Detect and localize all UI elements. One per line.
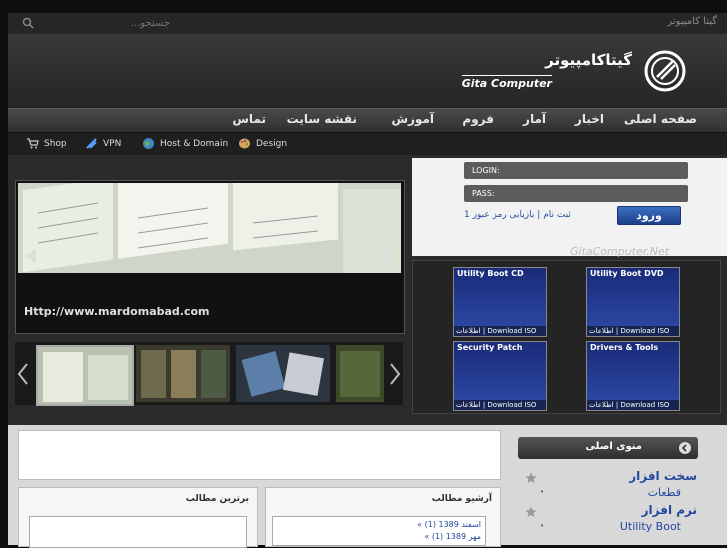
product-title: Drivers & Tools	[590, 343, 659, 352]
nav-learning[interactable]: آموزش	[391, 112, 434, 126]
sub-nav: Shop VPN Host & Domain Design	[8, 132, 727, 156]
archive-list: « اسفند 1389 (1) « مهر 1389 (1)	[272, 516, 486, 546]
menu-item-software[interactable]: نرم افزار	[642, 503, 697, 517]
subnav-host[interactable]: Host & Domain	[142, 137, 228, 150]
forgot-password-link[interactable]: بازیابی رمز عبور	[473, 210, 535, 220]
products-area: Utility Boot CD اطلاعات | Download ISO U…	[412, 260, 721, 414]
product-title: Utility Boot CD	[457, 269, 524, 278]
content-box	[18, 430, 501, 480]
bullet-icon: •	[540, 522, 545, 530]
thumbnail[interactable]	[336, 345, 384, 402]
nav-stats[interactable]: آمار	[523, 112, 546, 126]
login-field[interactable]: LOGIN:	[464, 162, 688, 179]
login-box: LOGIN: PASS: ورود ثبت نام | بازیابی رمز …	[412, 158, 727, 256]
subnav-shop-label: Shop	[44, 138, 67, 149]
logo-text-en: Gita Computer	[461, 75, 552, 90]
star-icon	[525, 472, 537, 484]
product-links[interactable]: اطلاعات | Download ISO	[454, 400, 546, 410]
nav-home[interactable]: صفحه اصلی	[624, 112, 697, 126]
slide-caption: Http://www.mardomabad.com	[24, 305, 210, 318]
product-title: Utility Boot DVD	[590, 269, 664, 278]
archive-box: آرشیو مطالب « اسفند 1389 (1) « مهر 1389 …	[265, 487, 501, 547]
logo-text-fa: گیتاکامپیوتر	[545, 51, 632, 69]
site-name-small: گیتا کامپیوتر	[667, 16, 717, 27]
main-menu-header: منوی اصلی	[518, 437, 698, 459]
nav-sitemap[interactable]: نقشه سایت	[287, 112, 357, 126]
archive-heading: آرشیو مطالب	[431, 494, 492, 504]
globe-icon	[143, 138, 154, 149]
palette-icon	[239, 138, 250, 149]
subnav-vpn-label: VPN	[103, 138, 122, 149]
product-card[interactable]: Drivers & Tools اطلاعات | Download ISO	[586, 341, 680, 411]
thumbnail-strip	[15, 342, 403, 406]
bullet-icon: •	[540, 488, 545, 496]
product-links[interactable]: اطلاعات | Download ISO	[587, 400, 679, 410]
header: گیتاکامپیوتر Gita Computer	[8, 35, 727, 108]
product-title: Security Patch	[457, 343, 523, 352]
product-card[interactable]: Utility Boot CD اطلاعات | Download ISO	[453, 267, 547, 337]
online-count: 1	[464, 210, 470, 220]
archive-item[interactable]: « مهر 1389 (1)	[277, 531, 481, 543]
subnav-shop[interactable]: Shop	[26, 137, 67, 150]
product-card[interactable]: Utility Boot DVD اطلاعات | Download ISO	[586, 267, 680, 337]
subnav-design[interactable]: Design	[238, 137, 287, 150]
subnav-design-label: Design	[256, 138, 288, 149]
search-icon[interactable]	[21, 16, 35, 30]
thumbnail[interactable]	[136, 345, 230, 402]
top-articles-heading: برترین مطالب	[185, 494, 249, 504]
menu-item-parts[interactable]: قطعات	[648, 486, 681, 499]
cart-icon	[27, 138, 39, 149]
menu-item-utility-boot[interactable]: Utility Boot	[620, 520, 681, 533]
top-articles-list	[29, 516, 247, 548]
slide-image[interactable]	[18, 183, 401, 273]
nav-forum[interactable]: فروم	[462, 112, 494, 126]
product-card[interactable]: Security Patch اطلاعات | Download ISO	[453, 341, 547, 411]
star-icon	[525, 506, 537, 518]
slider-prev-icon[interactable]	[22, 247, 42, 265]
menu-arrow-icon	[679, 442, 691, 454]
vpn-icon	[86, 138, 97, 149]
link-separator: |	[537, 210, 541, 220]
archive-item[interactable]: « اسفند 1389 (1)	[277, 519, 481, 531]
main-menu-title: منوی اصلی	[585, 441, 642, 452]
main-nav: صفحه اصلی اخبار آمار فروم آموزش نقشه سای…	[8, 108, 727, 133]
register-link[interactable]: ثبت نام	[543, 210, 571, 220]
top-articles-box: برترین مطالب	[18, 487, 258, 548]
thumbnail[interactable]	[236, 345, 330, 402]
menu-item-hardware[interactable]: سخت افزار	[629, 469, 697, 483]
logo-icon[interactable]	[643, 49, 687, 93]
subnav-host-label: Host & Domain	[160, 138, 229, 149]
site-watermark: GitaComputer.Net	[570, 245, 670, 258]
subnav-vpn[interactable]: VPN	[85, 137, 121, 150]
nav-contact[interactable]: تماس	[232, 112, 266, 126]
password-field[interactable]: PASS:	[464, 185, 688, 202]
thumbs-next-icon[interactable]	[389, 362, 401, 386]
login-button[interactable]: ورود	[617, 206, 681, 225]
account-links: ثبت نام | بازیابی رمز عبور 1	[464, 210, 571, 220]
thumbnail[interactable]	[36, 345, 134, 406]
product-links[interactable]: اطلاعات | Download ISO	[454, 326, 546, 336]
slider-next-icon[interactable]	[378, 247, 398, 265]
product-links[interactable]: اطلاعات | Download ISO	[587, 326, 679, 336]
nav-news[interactable]: اخبار	[575, 112, 604, 126]
search-input[interactable]	[120, 16, 170, 30]
thumbs-prev-icon[interactable]	[17, 362, 29, 386]
top-strip: گیتا کامپیوتر	[8, 13, 727, 35]
